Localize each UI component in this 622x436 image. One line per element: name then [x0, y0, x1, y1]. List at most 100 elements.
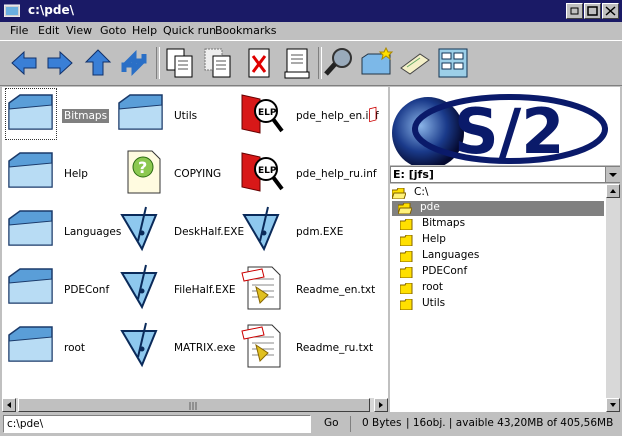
forward-button[interactable] [44, 46, 76, 80]
delete-icon [248, 48, 270, 78]
svg-text:ELP: ELP [258, 108, 277, 118]
back-arrow-icon [11, 50, 37, 76]
new-folder-button[interactable] [360, 46, 394, 80]
up-button[interactable] [82, 46, 114, 80]
copy-icon [166, 48, 193, 78]
file-item-deskhalf[interactable]: DeskHalf.EXE [116, 205, 244, 263]
tree-node-label: PDEConf [422, 265, 468, 277]
tree-node-label: C:\ [414, 186, 429, 198]
folder-icon [8, 152, 53, 188]
scroll-up-button[interactable] [606, 184, 620, 198]
file-item-pdm[interactable]: pdm.EXE [238, 205, 366, 263]
menu-quick-run[interactable]: Quick run [163, 24, 216, 37]
file-item-readme-ru[interactable]: Readme_ru.txt [238, 321, 373, 379]
tree-node[interactable]: Utils [400, 297, 600, 312]
folder-icon [400, 267, 413, 278]
os2-logo: S/2 [390, 87, 620, 165]
file-item-pdeconf[interactable]: PDEConf [6, 263, 134, 321]
text-file-icon [241, 266, 281, 310]
title-bar[interactable]: c:\pde\ [0, 0, 622, 22]
file-label: FileHalf.EXE [174, 284, 236, 296]
svg-text:?: ? [138, 158, 147, 177]
file-list-panel[interactable]: Bitmaps Help Languages PDEConf root Util… [2, 87, 388, 398]
close-icon [605, 6, 616, 16]
drive-dropdown-button[interactable] [605, 167, 620, 182]
file-item-copying[interactable]: ? COPYING [116, 147, 244, 205]
tree-node-label: Help [422, 233, 446, 245]
folder-app-icon[interactable] [4, 3, 20, 17]
executable-icon [120, 264, 158, 310]
directory-tree[interactable]: C:\ pde Bitmaps Help Languages PDEConf r… [390, 184, 606, 412]
folder-icon [8, 268, 53, 304]
help-document-icon: ? [127, 150, 161, 194]
path-input[interactable]: c:\pde\ [3, 415, 311, 433]
rename-button[interactable] [282, 46, 314, 80]
drives-button[interactable] [436, 46, 468, 80]
menu-help[interactable]: Help [132, 24, 157, 37]
file-item-readme-en[interactable]: Readme_en.txt [238, 263, 375, 321]
tree-node-selected[interactable]: pde [392, 201, 604, 216]
search-button[interactable] [322, 46, 354, 80]
file-label: pdm.EXE [296, 226, 344, 238]
copy-button[interactable] [164, 46, 196, 80]
tree-node[interactable]: Languages [400, 249, 600, 264]
file-item-bitmaps[interactable]: Bitmaps [5, 88, 134, 147]
move-icon [204, 48, 231, 78]
move-button[interactable] [202, 46, 234, 80]
selection-size: 0 Bytes [362, 417, 402, 429]
scroll-down-button[interactable] [606, 398, 620, 412]
tree-node-label: root [422, 281, 444, 293]
file-item-pde-help-ru[interactable]: ELP pde_help_ru.inf [238, 147, 377, 205]
back-button[interactable] [8, 46, 40, 80]
folder-icon [8, 326, 53, 362]
menu-bookmarks[interactable]: Bookmarks [215, 24, 276, 37]
help-book-icon: ELP [241, 94, 284, 134]
scroll-right-button[interactable] [374, 398, 388, 412]
menu-goto[interactable]: Goto [100, 24, 126, 37]
folder-icon [400, 299, 413, 310]
maximize-button[interactable] [584, 3, 601, 19]
arrow-up-icon [610, 189, 616, 193]
executable-icon [120, 322, 158, 368]
menu-view[interactable]: View [66, 24, 92, 37]
close-button[interactable] [602, 3, 619, 19]
file-item-matrix[interactable]: MATRIX.exe [116, 321, 244, 379]
drive-selector[interactable]: E: [jfs] [390, 166, 620, 183]
file-item-languages[interactable]: Languages [6, 205, 134, 263]
horizontal-scrollbar[interactable] [2, 398, 388, 412]
tree-node[interactable]: PDEConf [400, 265, 600, 280]
window-title: c:\pde\ [28, 3, 74, 17]
file-label: Readme_en.txt [296, 284, 376, 296]
delete-button[interactable] [244, 46, 276, 80]
menu-file[interactable]: File [10, 24, 28, 37]
folder-icon [400, 283, 413, 294]
file-item-root[interactable]: root [6, 321, 134, 379]
status-info: | 16obj. | avaible 43,20MB of 405,56MB [406, 417, 614, 429]
rename-icon [284, 48, 310, 79]
file-item-pde-help-en[interactable]: ELP pde_help_en.inf [238, 89, 379, 147]
file-label: Readme_ru.txt [296, 342, 374, 354]
tree-node[interactable]: Bitmaps [400, 217, 600, 232]
file-item-partial[interactable] [368, 89, 388, 147]
tree-node[interactable]: root [400, 281, 600, 296]
menu-edit[interactable]: Edit [38, 24, 59, 37]
vertical-scrollbar[interactable] [606, 184, 620, 412]
file-item-help[interactable]: Help [6, 147, 134, 205]
properties-button[interactable] [398, 46, 430, 80]
drive-label: E: [jfs] [393, 168, 434, 181]
menu-bar: File Edit View Goto Help Quick run Bookm… [0, 22, 622, 40]
scrollbar-thumb[interactable] [18, 398, 370, 412]
document-icon [369, 106, 377, 123]
file-item-utils[interactable]: Utils [116, 89, 244, 147]
executable-icon [120, 206, 158, 252]
tree-node[interactable]: Help [400, 233, 600, 248]
arrow-down-icon [610, 403, 616, 407]
minimize-button[interactable] [566, 3, 583, 19]
scroll-left-button[interactable] [2, 398, 16, 412]
go-button[interactable]: Go [324, 417, 339, 429]
tree-node[interactable]: C:\ [392, 186, 604, 201]
file-item-filehalf[interactable]: FileHalf.EXE [116, 263, 244, 321]
tree-node-label: Utils [422, 297, 446, 309]
refresh-button[interactable] [118, 46, 150, 80]
forward-arrow-icon [47, 50, 73, 76]
